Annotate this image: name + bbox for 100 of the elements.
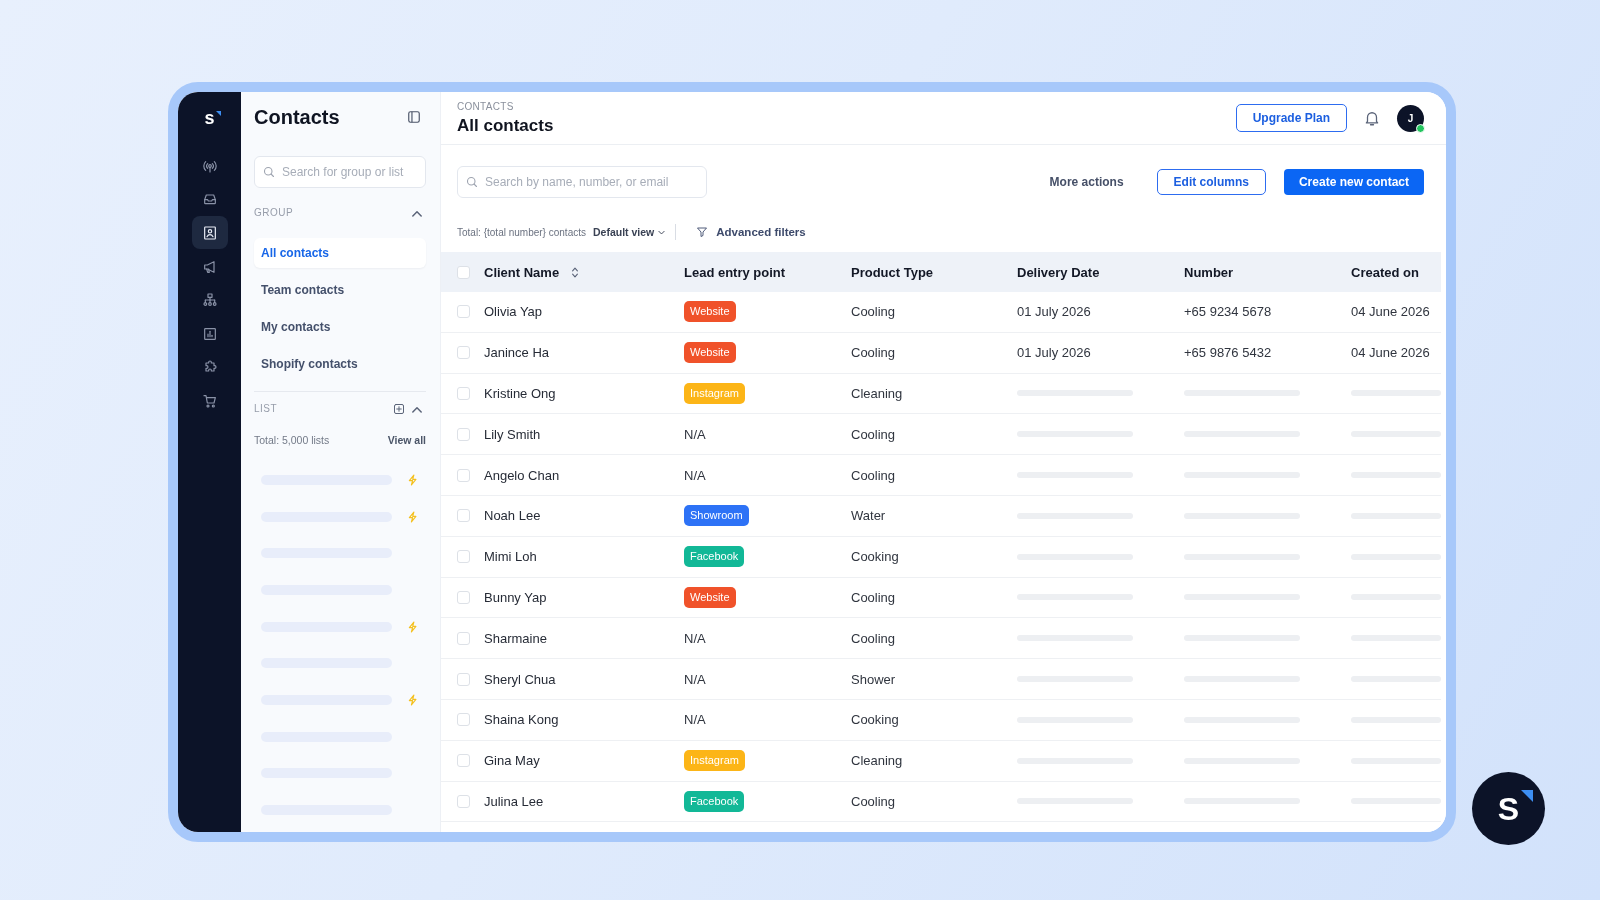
column-header: Number: [1184, 264, 1234, 280]
search-field[interactable]: Search for group or list: [254, 156, 426, 188]
hierarchy-icon[interactable]: [201, 292, 218, 309]
checkbox[interactable]: [457, 509, 470, 523]
checkbox[interactable]: [457, 794, 470, 808]
table-cell: Olivia Yap: [484, 304, 543, 320]
table-cell: Cooling: [851, 345, 896, 361]
chevron-icon[interactable]: [412, 209, 422, 217]
checkbox[interactable]: [457, 590, 470, 604]
triangle-icon: [215, 111, 221, 116]
table-cell: Water: [851, 508, 886, 524]
source-tag: Website: [684, 586, 736, 608]
group-item[interactable]: Shopify contacts: [261, 357, 358, 371]
list-total: Total: 5,000 lists: [254, 434, 330, 446]
chevron-icon[interactable]: [412, 405, 422, 413]
bell-icon[interactable]: [1363, 109, 1381, 127]
table-cell: Julina Lee: [484, 793, 544, 809]
table-cell: N/A: [684, 426, 706, 442]
contacts-total: Total: {total number} contacts: [457, 226, 586, 238]
table-cell: Cooling: [851, 793, 896, 809]
table-cell: Gina May: [484, 753, 540, 769]
section-label: GROUP: [254, 207, 294, 219]
table-cell: Kristine Ong: [484, 386, 556, 401]
table-cell: Bunny Yap: [484, 589, 547, 605]
cart-icon[interactable]: [201, 392, 218, 409]
avatar-button[interactable]: J: [1397, 104, 1424, 132]
group-item[interactable]: All contacts: [254, 238, 426, 268]
table-cell: Sharmaine: [484, 630, 547, 646]
view-dropdown[interactable]: Default view: [592, 226, 666, 238]
view-all-link[interactable]: View all: [387, 434, 426, 446]
table-cell: Mimi Loh: [484, 549, 537, 565]
group-item[interactable]: Team contacts: [261, 283, 345, 297]
table-cell: Cooking: [851, 549, 899, 565]
source-tag: Instagram: [684, 383, 745, 404]
sidebar-toggle-icon[interactable]: [407, 110, 421, 124]
table-cell: N/A: [684, 712, 706, 728]
sort-icon[interactable]: [571, 265, 580, 279]
table-cell: Sheryl Chua: [484, 671, 556, 687]
checkbox[interactable]: [457, 672, 470, 686]
add-icon[interactable]: [393, 403, 405, 415]
table-cell: N/A: [684, 671, 706, 687]
chart-icon[interactable]: [201, 325, 218, 342]
table-cell: Cooling: [851, 589, 896, 605]
table-cell: Angelo Chan: [484, 467, 560, 483]
source-tag: Facebook: [684, 790, 745, 812]
checkbox[interactable]: [457, 427, 470, 441]
logo-letter: S: [1497, 792, 1520, 825]
table-cell: Cooling: [851, 304, 896, 320]
upgrade-button[interactable]: Upgrade Plan: [1235, 104, 1347, 132]
table-cell: Cooling: [851, 426, 896, 442]
table-cell: N/A: [684, 630, 706, 646]
column-header: Lead entry point: [684, 264, 786, 280]
checkbox[interactable]: [457, 265, 470, 279]
more-actions-button[interactable]: More actions: [1049, 175, 1124, 189]
table-cell: Lily Smith: [484, 426, 541, 442]
table-cell: 01 July 2026: [1017, 304, 1091, 320]
search-icon: [263, 166, 275, 178]
create-contact-button[interactable]: Create new contact: [1283, 169, 1424, 195]
column-header[interactable]: Client Name: [484, 264, 560, 280]
table-cell: Cooling: [851, 630, 896, 646]
table-cell: N/A: [684, 467, 706, 483]
table-cell: 01 July 2026: [1017, 345, 1091, 361]
table-cell: Cleaning: [851, 386, 903, 401]
checkbox[interactable]: [457, 550, 470, 564]
search-icon: [466, 176, 478, 188]
checkbox[interactable]: [457, 305, 470, 319]
logo-letter: s: [204, 108, 215, 128]
checkbox[interactable]: [457, 387, 470, 400]
column-header: Created on: [1351, 264, 1419, 280]
search-field[interactable]: Search by name, number, or email: [457, 166, 707, 198]
table-cell: Janince Ha: [484, 345, 550, 361]
table-cell: Cooking: [851, 712, 899, 728]
section-label: LIST: [254, 403, 278, 415]
page-title: All contacts: [457, 115, 554, 136]
table-cell: +65 9876 5432: [1184, 345, 1272, 361]
table-cell: Cleaning: [851, 753, 903, 769]
checkbox[interactable]: [457, 754, 470, 768]
table-cell: 04 June 2026: [1351, 345, 1430, 361]
sidebar-title: Contacts: [254, 105, 340, 129]
table-cell: Shower: [851, 671, 896, 687]
checkbox[interactable]: [457, 346, 470, 360]
table-cell: 04 June 2026: [1351, 304, 1430, 320]
checkbox[interactable]: [457, 468, 470, 482]
source-tag: Website: [684, 342, 736, 364]
source-tag: Showroom: [684, 505, 749, 527]
table-cell: +65 9234 5678: [1184, 304, 1272, 320]
group-item[interactable]: My contacts: [261, 320, 331, 334]
table-cell: Noah Lee: [484, 508, 541, 524]
checkbox[interactable]: [457, 631, 470, 645]
advanced-filters-button[interactable]: Advanced filters: [696, 226, 806, 238]
chevron-down-icon: [658, 229, 666, 235]
triangle-icon: [1521, 790, 1533, 802]
edit-columns-button[interactable]: Edit columns: [1156, 169, 1266, 195]
contact-card-icon[interactable]: [191, 216, 228, 250]
table-cell: Shaina Kong: [484, 712, 559, 728]
megaphone-icon[interactable]: [201, 258, 218, 275]
column-header: Product Type: [851, 264, 934, 280]
source-tag: Facebook: [684, 546, 745, 568]
checkbox[interactable]: [457, 713, 470, 727]
source-tag: Website: [684, 301, 736, 323]
